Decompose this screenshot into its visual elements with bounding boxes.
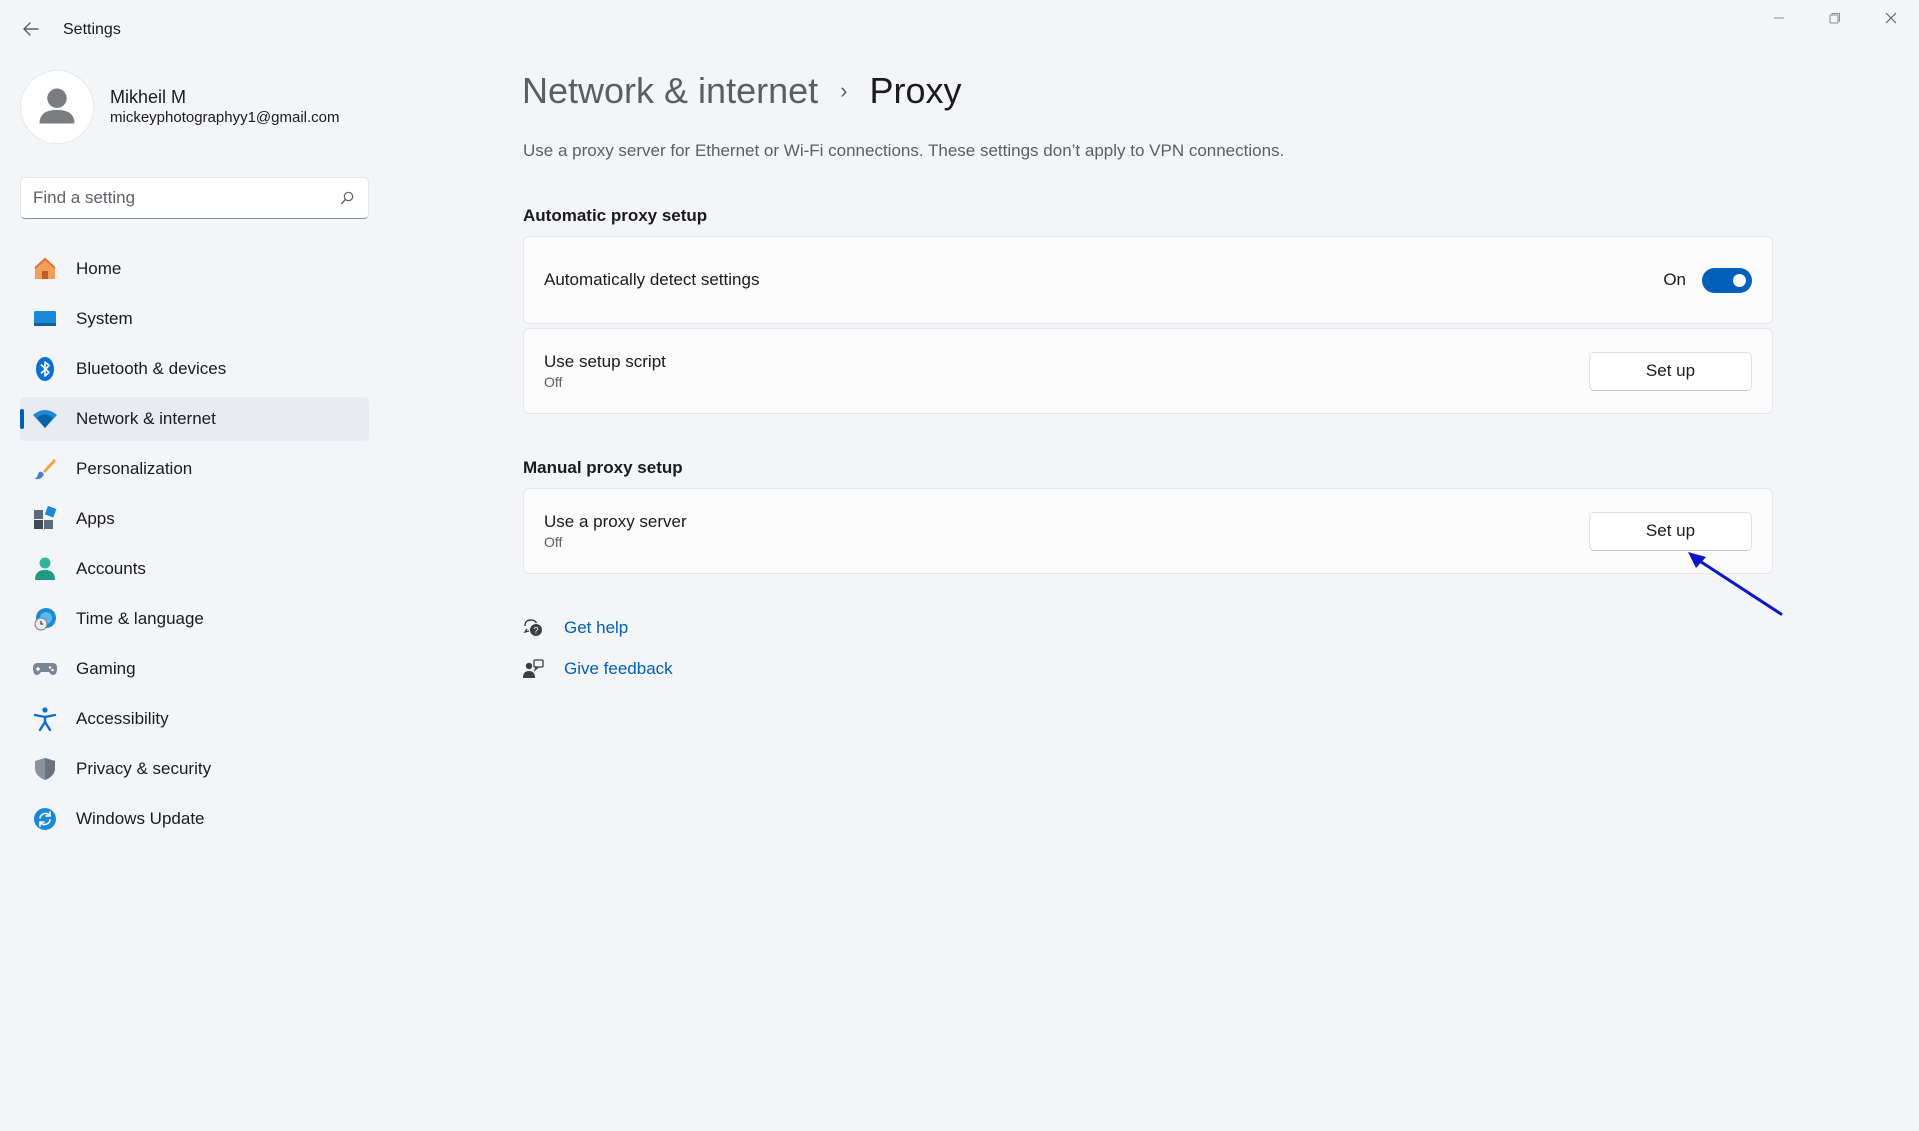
breadcrumb: Network & internet › Proxy [522,70,961,112]
avatar [20,70,94,144]
search-icon[interactable] [338,189,356,207]
user-profile[interactable]: Mikheil M mickeyphotographyy1@gmail.com [20,70,340,144]
restore-button[interactable] [1807,0,1863,40]
sidebar-item-label: Personalization [76,459,193,478]
accessibility-icon [32,706,58,732]
minimize-button[interactable] [1751,0,1807,40]
person-icon [39,88,75,124]
help-links: ? Get help Give feedback [522,614,673,696]
setup-script-state: Off [544,374,563,390]
sidebar-item-home[interactable]: Home [20,247,369,291]
sidebar-item-label: Privacy & security [76,759,212,778]
sidebar-item-label: Network & internet [76,409,216,428]
profile-name: Mikheil M [110,87,187,107]
sidebar-item-accessibility[interactable]: Accessibility [20,697,369,741]
toggle-knob [1733,273,1746,287]
sidebar-item-label: Bluetooth & devices [76,359,227,378]
auto-detect-card: Automatically detect settings On [523,236,1773,324]
gamepad-icon [32,656,58,682]
sidebar-item-label: Home [76,259,122,278]
manual-proxy-section-title: Manual proxy setup [523,458,683,477]
shield-icon [32,756,58,782]
restore-icon [1829,11,1841,29]
proxy-server-state: Off [544,534,563,550]
back-arrow-icon [23,21,39,41]
breadcrumb-parent[interactable]: Network & internet [522,70,818,112]
update-icon [32,806,58,832]
search-box [20,177,369,219]
sidebar-item-label: Apps [76,509,115,528]
clock-globe-icon [32,606,58,632]
brush-icon [32,456,58,482]
sidebar-item-time-language[interactable]: Time & language [20,597,369,641]
close-button[interactable] [1863,0,1919,40]
minimize-icon [1773,11,1785,29]
give-feedback-link[interactable]: Give feedback [522,655,673,683]
sidebar-item-bluetooth[interactable]: Bluetooth & devices [20,347,369,391]
proxy-server-card: Use a proxy server Off Set up [523,488,1773,574]
close-icon [1885,11,1897,29]
sidebar-nav: Home System Bluetooth & devices Network … [20,247,369,847]
sidebar-item-label: System [76,309,133,328]
sidebar-item-personalization[interactable]: Personalization [20,447,369,491]
setup-script-button[interactable]: Set up [1589,351,1752,391]
window-controls [1751,0,1919,40]
sidebar-item-apps[interactable]: Apps [20,497,369,541]
setup-script-card: Use setup script Off Set up [523,328,1773,414]
sidebar-item-label: Time & language [76,609,204,628]
arrow-icon [1688,552,1783,616]
sidebar-item-network[interactable]: Network & internet [20,397,369,441]
auto-detect-label: Automatically detect settings [544,270,760,289]
feedback-icon [522,658,544,680]
profile-email: mickeyphotographyy1@gmail.com [110,109,340,126]
system-icon [32,306,58,332]
search-input[interactable] [33,188,338,208]
page-description: Use a proxy server for Ethernet or Wi-Fi… [523,141,1285,160]
sidebar-item-accounts[interactable]: Accounts [20,547,369,591]
setup-script-label: Use setup script [544,352,666,371]
auto-detect-toggle[interactable] [1702,267,1752,293]
back-button[interactable] [16,16,46,46]
sidebar-item-label: Accounts [76,559,146,578]
give-feedback-label: Give feedback [564,659,673,678]
settings-window: Settings Mikheil M mickeyphotographyy1@g… [0,0,1919,1131]
sidebar-item-privacy-security[interactable]: Privacy & security [20,747,369,791]
sidebar-item-label: Accessibility [76,709,169,728]
proxy-setup-button[interactable]: Set up [1589,511,1752,551]
breadcrumb-separator: › [840,78,848,103]
title-bar: Settings [0,0,1919,60]
annotation-arrow [1680,548,1788,625]
auto-detect-state: On [1663,270,1686,289]
wifi-icon [32,406,58,432]
sidebar-item-gaming[interactable]: Gaming [20,647,369,691]
sidebar-item-label: Gaming [76,659,136,678]
automatic-proxy-section-title: Automatic proxy setup [523,206,708,225]
accounts-icon [32,556,58,582]
proxy-server-label: Use a proxy server [544,512,687,531]
sidebar-item-label: Windows Update [76,809,205,828]
app-title: Settings [63,21,121,38]
sidebar-item-system[interactable]: System [20,297,369,341]
home-icon [32,256,58,282]
get-help-label: Get help [564,618,629,637]
help-chat-icon: ? [522,617,544,639]
bluetooth-icon [32,356,58,382]
apps-icon [32,506,58,532]
sidebar-item-windows-update[interactable]: Windows Update [20,797,369,841]
get-help-link[interactable]: ? Get help [522,614,673,642]
page-title: Proxy [869,70,962,111]
svg-text:?: ? [533,626,538,636]
